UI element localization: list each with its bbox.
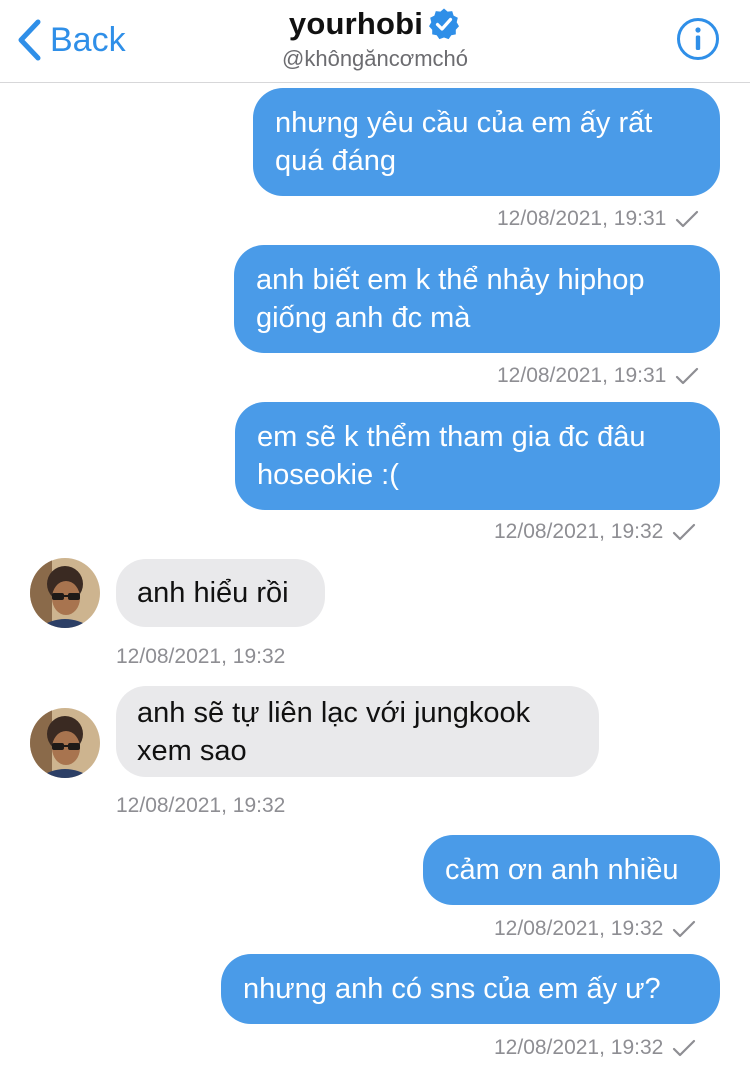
read-check-icon — [673, 920, 696, 938]
read-check-icon — [673, 1039, 696, 1057]
message-bubble-incoming[interactable]: anh hiểu rồi — [116, 559, 325, 627]
message-bubble-incoming[interactable]: anh sẽ tự liên lạc với jungkook xem sao — [116, 686, 599, 777]
message-text: nhưng anh có sns của em ấy ư? — [243, 973, 661, 1005]
read-check-icon — [676, 367, 699, 385]
message-timestamp: 12/08/2021, 19:32 — [494, 1036, 697, 1060]
message-bubble-outgoing[interactable]: anh biết em k thể nhảy hiphop giống anh … — [234, 245, 720, 353]
contact-avatar[interactable] — [30, 558, 100, 628]
message-bubble-outgoing[interactable]: em sẽ k thểm tham gia đc đâu hoseokie :( — [235, 402, 720, 510]
message-text: anh sẽ tự liên lạc với jungkook xem sao — [137, 696, 531, 767]
read-check-icon — [673, 523, 696, 541]
avatar-image — [30, 708, 100, 778]
read-check-icon — [676, 210, 699, 228]
info-icon[interactable] — [676, 17, 720, 61]
message-timestamp: 12/08/2021, 19:32 — [116, 794, 286, 817]
contact-name: yourhobi — [288, 6, 424, 41]
message-text: anh biết em k thể nhảy hiphop giống anh … — [256, 264, 645, 334]
verified-badge-icon — [429, 8, 460, 40]
message-bubble-outgoing[interactable]: nhưng yêu cầu của em ấy rất quá đáng — [253, 88, 720, 196]
message-bubble-outgoing[interactable]: cảm ơn anh nhiều — [423, 835, 720, 905]
message-timestamp: 12/08/2021, 19:31 — [497, 364, 700, 388]
message-timestamp: 12/08/2021, 19:32 — [116, 645, 286, 668]
contact-info[interactable]: yourhobi @khôngăncơmchó — [0, 6, 750, 72]
message-text: anh hiểu rồi — [137, 577, 289, 609]
contact-avatar[interactable] — [30, 708, 100, 778]
conversation-header: Back yourhobi @khôngăncơmchó — [0, 0, 750, 83]
avatar-image — [30, 558, 100, 628]
message-timestamp: 12/08/2021, 19:31 — [497, 207, 700, 231]
message-timestamp: 12/08/2021, 19:32 — [494, 520, 697, 544]
message-text: nhưng yêu cầu của em ấy rất quá đáng — [275, 107, 653, 177]
message-text: em sẽ k thểm tham gia đc đâu hoseokie :( — [257, 421, 646, 491]
message-bubble-outgoing[interactable]: nhưng anh có sns của em ấy ư? — [221, 954, 720, 1024]
message-text: cảm ơn anh nhiều — [445, 854, 679, 886]
contact-handle: @khôngăncơmchó — [282, 46, 468, 71]
message-timestamp: 12/08/2021, 19:32 — [494, 917, 697, 941]
